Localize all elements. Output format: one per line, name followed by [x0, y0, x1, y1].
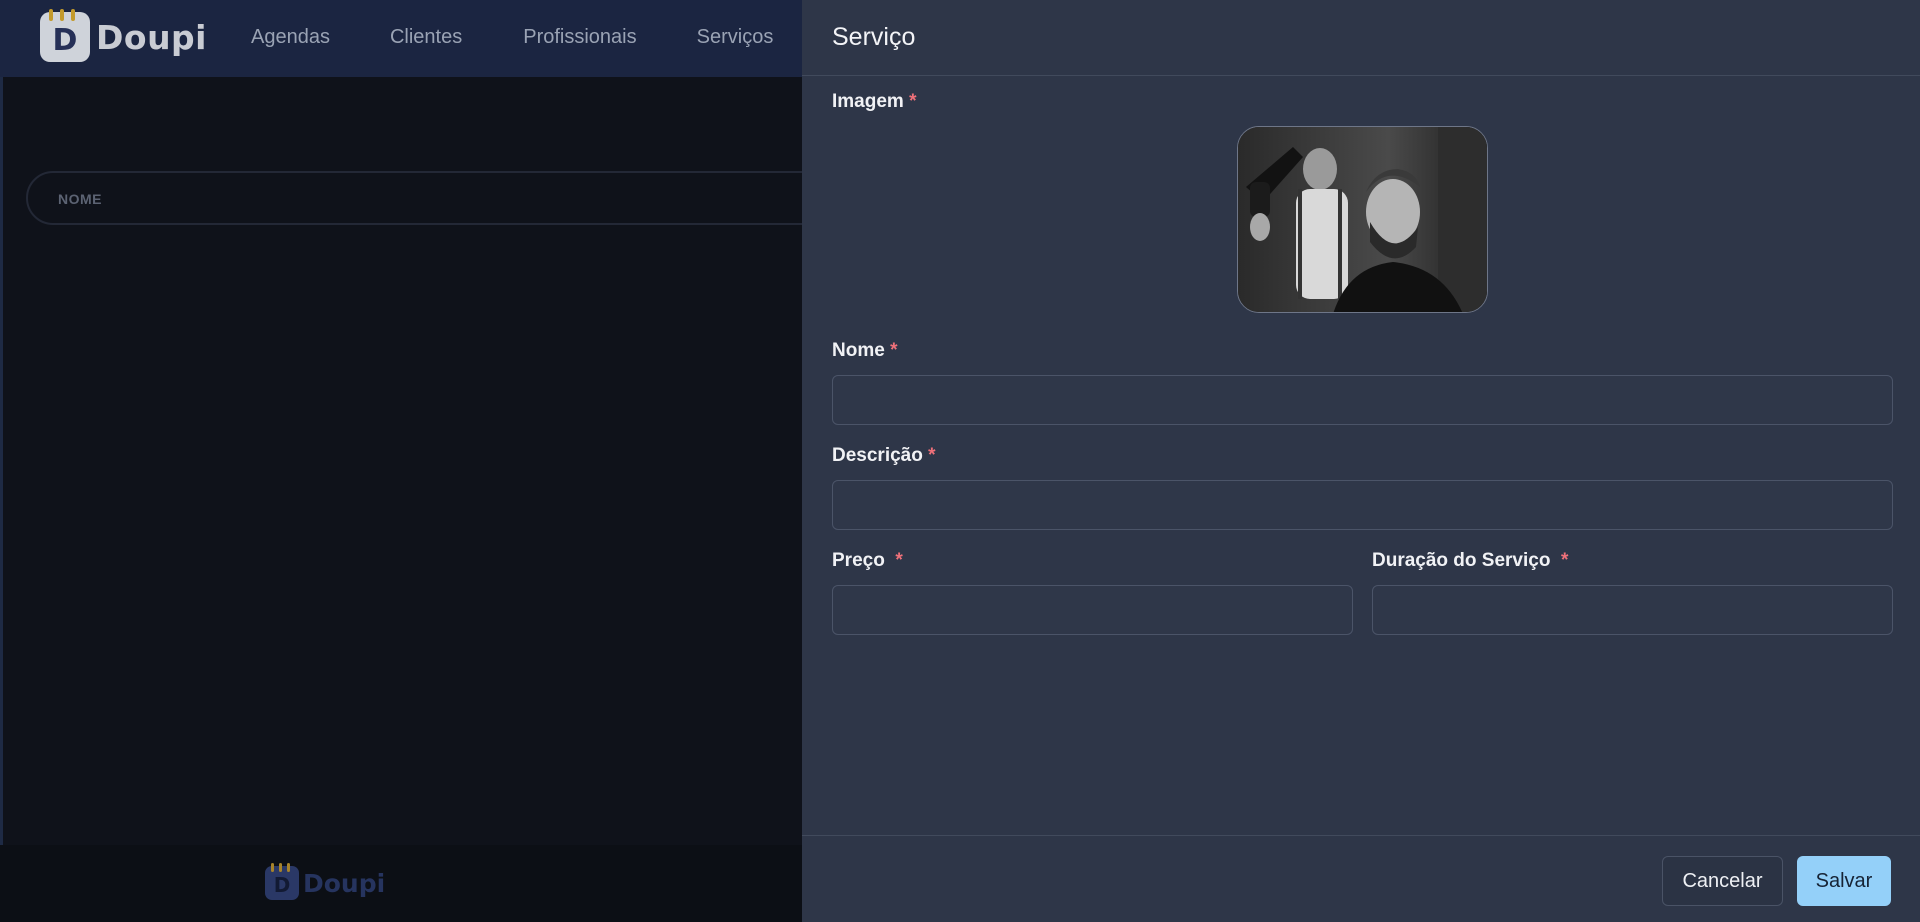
column-header-nome[interactable]: NOME: [58, 191, 102, 207]
duracao-input[interactable]: [1372, 585, 1893, 635]
nome-input[interactable]: [832, 375, 1893, 425]
nav-item-servicos[interactable]: Serviços: [697, 26, 774, 49]
imagem-label: Imagem *: [832, 91, 917, 112]
cancel-button[interactable]: Cancelar: [1662, 856, 1783, 906]
footer-logo: D Doupi: [265, 863, 386, 900]
nome-label: Nome *: [832, 340, 898, 361]
nav-item-clientes[interactable]: Clientes: [390, 26, 462, 49]
preco-input[interactable]: [832, 585, 1353, 635]
nav-item-agendas[interactable]: Agendas: [251, 26, 330, 49]
table-header-row: NOME: [26, 171, 926, 225]
window-edge: [0, 0, 3, 922]
drawer-footer: Cancelar Salvar: [802, 835, 1920, 922]
save-button[interactable]: Salvar: [1797, 856, 1891, 906]
service-image-upload[interactable]: [1237, 126, 1488, 313]
service-drawer: Serviço Imagem * Nome * Descrição * Preç…: [802, 0, 1920, 922]
drawer-header: Serviço: [802, 0, 1920, 76]
descricao-label: Descrição *: [832, 445, 936, 466]
barber-photo: [1238, 127, 1487, 312]
brand-logo[interactable]: D Doupi: [40, 9, 207, 62]
preco-label: Preço *: [832, 550, 903, 571]
descricao-input[interactable]: [832, 480, 1893, 530]
nav-item-profissionais[interactable]: Profissionais: [523, 26, 636, 49]
calendar-d-logo-icon: D: [265, 863, 299, 900]
drawer-title: Serviço: [832, 23, 916, 51]
duracao-label: Duração do Serviço *: [1372, 550, 1569, 571]
main-nav: Agendas Clientes Profissionais Serviços: [251, 26, 833, 49]
brand-name: Doupi: [96, 17, 207, 57]
calendar-d-logo-icon: D: [40, 9, 90, 62]
footer-brand-name: Doupi: [303, 868, 386, 898]
